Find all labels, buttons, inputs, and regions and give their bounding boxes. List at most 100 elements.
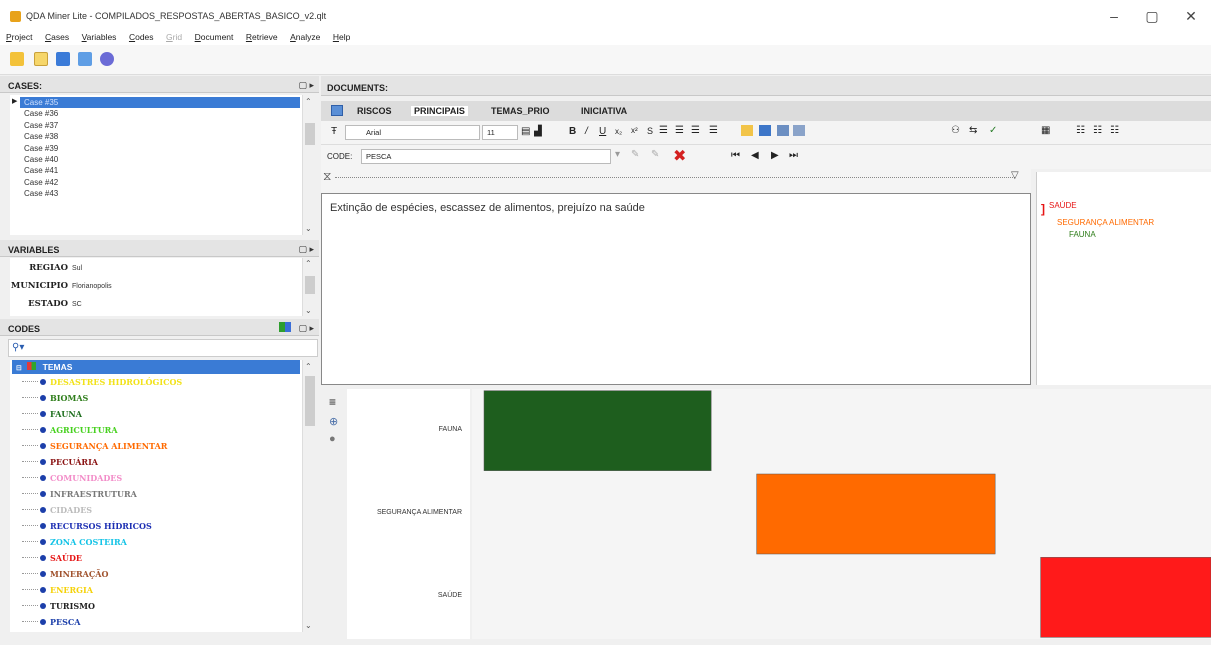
case-item[interactable]: Case #36: [10, 108, 302, 119]
case-item[interactable]: Case #38: [10, 131, 302, 142]
paint-icon[interactable]: ▟: [534, 126, 542, 137]
scroll-thumb[interactable]: [305, 276, 315, 294]
menu-cases[interactable]: Cases: [39, 30, 73, 42]
highlight-icon[interactable]: ▤: [521, 126, 530, 137]
minimize-button[interactable]: –: [1099, 6, 1129, 26]
indent-icon[interactable]: ☷: [1093, 125, 1102, 136]
save-doc-icon[interactable]: [759, 125, 771, 136]
case-item[interactable]: Case #43: [10, 188, 302, 199]
superscript-icon[interactable]: x²: [631, 126, 638, 135]
code-item[interactable]: SAÚDE: [10, 550, 302, 566]
bold-icon[interactable]: B: [569, 126, 576, 137]
scroll-thumb[interactable]: [305, 123, 315, 145]
new-project-icon[interactable]: [34, 52, 48, 66]
case-item[interactable]: Case #41: [10, 165, 302, 176]
remove-code-icon[interactable]: ✎: [651, 149, 659, 160]
maximize-button[interactable]: ▢: [1137, 6, 1167, 26]
print-icon[interactable]: [777, 125, 789, 136]
chart-bar[interactable]: [483, 390, 712, 471]
font-select[interactable]: Arial: [345, 125, 480, 140]
tab-riscos[interactable]: RISCOS: [357, 106, 392, 116]
close-button[interactable]: ✕: [1176, 6, 1206, 26]
margin-code-seguranca[interactable]: SEGURANÇA ALIMENTAR: [1057, 218, 1154, 227]
menu-project[interactable]: Project: [0, 30, 36, 42]
variable-row[interactable]: ESTADO SC: [10, 294, 302, 312]
code-item[interactable]: ENERGIA: [10, 582, 302, 598]
code-item[interactable]: COMUNIDADES: [10, 470, 302, 486]
code-item[interactable]: BIOMAS: [10, 390, 302, 406]
menu-document[interactable]: Document: [189, 30, 238, 42]
panel-menu-icon[interactable]: ▢ ▸: [298, 323, 314, 334]
tab-iniciativa[interactable]: INICIATIVA: [581, 106, 627, 116]
delete-coding-icon[interactable]: ✖: [673, 146, 686, 166]
zoom-out-icon[interactable]: ●: [329, 433, 336, 445]
import-icon[interactable]: [78, 52, 92, 66]
underline-icon[interactable]: U: [599, 126, 606, 137]
scroll-up-icon[interactable]: ⌃: [305, 97, 312, 106]
chart-bar[interactable]: [1040, 557, 1211, 638]
code-item[interactable]: TURISMO: [10, 598, 302, 614]
code-item[interactable]: MINERAÇÃO: [10, 566, 302, 582]
variable-row[interactable]: REGIAO Sul: [10, 258, 302, 276]
code-item[interactable]: RECURSOS HÍDRICOS: [10, 518, 302, 534]
last-record-icon[interactable]: ⏭: [789, 150, 798, 161]
case-item[interactable]: Case #42: [10, 177, 302, 188]
code-item[interactable]: SEGURANÇA ALIMENTAR: [10, 438, 302, 454]
panel-menu-icon[interactable]: ▢ ▸: [298, 244, 314, 255]
open-icon[interactable]: [741, 125, 753, 136]
scroll-up-icon[interactable]: ⌃: [305, 362, 312, 371]
bullets-icon[interactable]: ☷: [1076, 125, 1085, 136]
code-item[interactable]: PESCA: [10, 614, 302, 630]
table-icon[interactable]: ▦: [1041, 125, 1050, 136]
settings-icon[interactable]: [100, 52, 114, 66]
collapse-icon[interactable]: ⊟: [16, 365, 22, 372]
code-select[interactable]: PESCA: [361, 149, 611, 164]
search-icon[interactable]: ⚲▾: [12, 342, 24, 353]
variable-row[interactable]: MUNICIPIO Florianopolis: [10, 276, 302, 294]
code-item[interactable]: DESASTRES HIDROLÓGICOS: [10, 374, 302, 390]
tab-principais[interactable]: PRINCIPAIS: [411, 106, 468, 116]
italic-icon[interactable]: /: [585, 126, 588, 137]
code-item[interactable]: AGRICULTURA: [10, 422, 302, 438]
ruler[interactable]: ⧖ ▽: [321, 169, 1031, 193]
code-item[interactable]: PECUÁRIA: [10, 454, 302, 470]
replace-icon[interactable]: ⇆: [969, 125, 977, 136]
open-folder-icon[interactable]: [10, 52, 24, 66]
align-left-icon[interactable]: ☰: [659, 125, 668, 136]
scroll-down-icon[interactable]: ⌄: [305, 621, 312, 630]
menu-codes[interactable]: Codes: [123, 30, 158, 42]
add-code-icon[interactable]: ✎: [631, 149, 639, 160]
menu-retrieve[interactable]: Retrieve: [240, 30, 282, 42]
outdent-icon[interactable]: ☷: [1110, 125, 1119, 136]
code-root-item[interactable]: ⊟ TEMAS: [12, 360, 300, 374]
previous-record-icon[interactable]: ◀: [751, 150, 759, 161]
next-record-icon[interactable]: ▶: [771, 150, 779, 161]
subscript-icon[interactable]: x₂: [615, 127, 622, 136]
margin-code-saude[interactable]: SAÚDE: [1049, 201, 1077, 210]
code-item[interactable]: INFRAESTRUTURA: [10, 486, 302, 502]
right-margin-marker-icon[interactable]: ▽: [1011, 170, 1019, 181]
variables-scrollbar[interactable]: ⌃ ⌄: [302, 258, 316, 316]
coding-bracket-icon[interactable]: ]: [1041, 202, 1045, 216]
spellcheck-icon[interactable]: ✓: [989, 125, 997, 136]
tab-temas-prio[interactable]: TEMAS_PRIO: [491, 106, 550, 116]
scroll-down-icon[interactable]: ⌄: [305, 224, 312, 233]
scroll-up-icon[interactable]: ⌃: [305, 259, 312, 268]
first-record-icon[interactable]: ⏮: [731, 150, 740, 161]
chart-bar[interactable]: [756, 473, 996, 555]
codes-scrollbar[interactable]: ⌃ ⌄: [302, 360, 316, 632]
code-color-icon[interactable]: [279, 322, 291, 332]
margin-code-fauna[interactable]: FAUNA: [1069, 230, 1096, 239]
find-icon[interactable]: ⚇: [951, 125, 960, 136]
case-item[interactable]: Case #35: [20, 97, 300, 109]
scroll-thumb[interactable]: [305, 376, 315, 426]
panel-menu-icon[interactable]: ▢ ▸: [298, 80, 314, 91]
indent-marker-icon[interactable]: ⧖: [323, 169, 331, 184]
scroll-down-icon[interactable]: ⌄: [305, 306, 312, 315]
document-editor[interactable]: Extinção de espécies, escassez de alimen…: [321, 193, 1031, 385]
case-item[interactable]: Case #39: [10, 143, 302, 154]
save-icon[interactable]: [56, 52, 70, 66]
menu-analyze[interactable]: Analyze: [284, 30, 324, 42]
menu-variables[interactable]: Variables: [76, 30, 121, 42]
code-item[interactable]: FAUNA: [10, 406, 302, 422]
